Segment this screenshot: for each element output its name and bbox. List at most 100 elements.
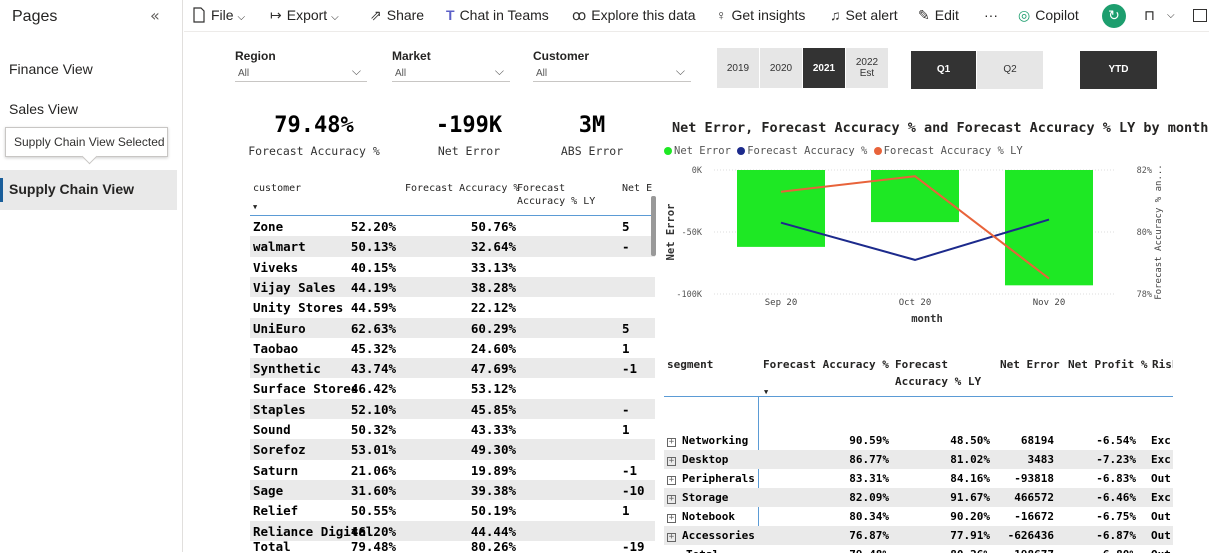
table-row[interactable]: + Storage 82.09% 91.67% 466572 -6.46% Exc [664,488,1173,507]
expand-icon[interactable]: + [667,438,676,447]
bookmark-icon[interactable]: ⊓ [1144,7,1155,24]
table-row[interactable]: Relief 50.55% 50.19% 1 [250,500,655,520]
expand-icon[interactable]: + [667,476,676,485]
view-icon[interactable] [1193,9,1207,22]
table-row[interactable]: + Notebook 80.34% 90.20% -16672 -6.75% Out [664,507,1173,526]
table-scrollbar[interactable] [651,196,656,256]
expand-icon[interactable]: + [667,533,676,542]
table-row[interactable]: Sorefoz 53.01% 49.30% [250,439,655,460]
explore-button[interactable]: ꝏ Explore this data [572,7,696,24]
column-header-forecast-accuracy-ly[interactable]: Forecast Accuracy % LY [517,182,617,208]
export-menu[interactable]: ↦ Export ⌵ [270,7,339,24]
table-cell: 80.34% [849,510,889,523]
quarter-button-q1[interactable]: Q1 [911,51,976,89]
table-cell: -6.46% [1096,491,1136,504]
share-button[interactable]: ⇗ Share [370,7,424,24]
edit-button[interactable]: ✎ Edit [918,7,959,24]
chat-in-teams-button[interactable]: T Chat in Teams [446,7,549,23]
table-cell: Sorefoz [253,442,306,458]
page-item-sales-view[interactable]: Sales View [9,101,78,117]
page-item-supply-chain-view[interactable]: Supply Chain View [0,170,177,210]
report-toolbar: File ⌵ ↦ Export ⌵ ⇗ Share T Chat in Teams ꝏ… [184,0,1209,32]
table-cell: Total [253,539,291,552]
table-row[interactable]: Viveks 40.15% 33.13% [250,257,655,277]
more-options-button[interactable]: ··· [984,7,998,23]
region-dropdown[interactable]: All ⌵ [235,64,367,82]
table-cell: 24.60% [470,340,516,356]
market-slicer[interactable]: Market All ⌵ [392,49,510,82]
market-label: Market [392,49,431,63]
table-row[interactable]: UniEuro 62.63% 60.29% 5 [250,317,655,338]
market-dropdown[interactable]: All ⌵ [392,64,510,82]
table-cell: Exc [1151,434,1171,447]
file-menu[interactable]: File ⌵ [192,7,245,23]
quarter-button-q2[interactable]: Q2 [977,51,1043,89]
region-slicer[interactable]: Region All ⌵ [235,49,367,82]
column-header-segment[interactable]: segment [667,356,713,373]
table-cell: + Accessories [667,529,755,542]
legend-item-forecast-accuracy[interactable]: Forecast Accuracy % [737,145,867,157]
table-cell: 50.55% [350,503,396,519]
table-row[interactable]: Saturn 21.06% 19.89% -1 [250,460,655,480]
copilot-button[interactable]: ◎ Copilot [1018,7,1079,24]
expand-icon[interactable]: + [667,514,676,523]
table-row[interactable]: Synthetic 43.74% 47.69% -1 [250,358,655,379]
table-row[interactable]: Surface Stores 46.42% 53.12% [250,378,655,398]
segment-name: Notebook [682,510,735,523]
year-button-2019[interactable]: 2019 [717,48,759,88]
set-alert-button[interactable]: ♫ Set alert [830,7,898,23]
column-header-net-profit[interactable]: Net Profit % [1068,356,1147,373]
year-button-2022[interactable]: 2022 Est [846,48,888,88]
column-header-net-error[interactable]: Net Error [1000,356,1060,373]
region-label: Region [235,49,276,63]
total-row[interactable]: Total 79.48% 80.26% -19 [250,536,655,552]
table-row[interactable]: + Peripherals 83.31% 84.16% -93818 -6.83% Out [664,469,1173,488]
expand-icon[interactable]: + [667,495,676,504]
combo-chart: 0K -50K -100K 82% 80% 78% Sep 20 Oct 20 Nov 20 mo… [665,164,1164,325]
column-header-forecast-accuracy[interactable]: Forecast Accuracy % [405,182,519,195]
legend-item-net-error[interactable]: Net Error [664,145,731,157]
customer-slicer[interactable]: Customer All ⌵ [533,49,691,82]
column-header-net-error[interactable]: Net E [622,182,652,195]
ytd-button[interactable]: YTD [1080,51,1157,89]
year-button-2021[interactable]: 2021 [803,48,845,88]
table-row[interactable]: Vijay Sales 44.19% 38.28% [250,276,655,298]
table-cell: -7.23% [1096,453,1136,466]
column-header-forecast-accuracy-ly[interactable]: Forecast Accuracy % LY [895,356,990,390]
expand-icon[interactable]: + [667,457,676,466]
sort-desc-icon: ▼ [764,388,769,396]
ytd-label: YTD [1108,64,1129,75]
table-row[interactable]: Sound 50.32% 43.33% 1 [250,419,655,439]
table-row[interactable]: Zone 52.20% 50.76% 5 [250,216,655,236]
table-row[interactable]: Sage 31.60% 39.38% -10 [250,479,655,501]
chevron-down-icon[interactable]: ⌵ [1167,10,1175,21]
table-row[interactable]: Unity Stores 44.59% 22.12% [250,297,655,317]
refresh-icon[interactable]: ↻ [1102,4,1126,28]
table-cell: 79.48% [809,548,889,553]
table-cell: -626436 [1007,529,1054,542]
page-item-finance-view[interactable]: Finance View [9,61,93,77]
table-cell: + Storage [667,491,728,504]
customer-label: Customer [533,49,590,63]
table-cell: + Peripherals [667,472,755,485]
table-row[interactable]: Taobao 45.32% 24.60% 1 [250,338,655,358]
column-header-customer[interactable]: customer [253,182,301,195]
table-cell: 40.15% [350,259,396,275]
table-cell: 31.60% [350,482,396,498]
table-row[interactable]: + Networking 90.59% 48.50% 68194 -6.54% Exc [664,431,1173,450]
column-header-risk[interactable]: Risk [1152,356,1173,373]
collapse-icon[interactable]: « [150,6,160,25]
get-insights-button[interactable]: ♀ Get insights [716,7,805,23]
year-button-2020[interactable]: 2020 [760,48,802,88]
column-header-forecast-accuracy[interactable]: Forecast Accuracy % [763,356,889,373]
table-row[interactable]: + Desktop 86.77% 81.02% 3483 -7.23% Exc [664,450,1173,469]
legend-item-forecast-accuracy-ly[interactable]: Forecast Accuracy % LY [873,145,1023,157]
page-tooltip: Supply Chain View Selected [5,127,168,157]
table-row[interactable]: Staples 52.10% 45.85% - [250,398,655,419]
customer-dropdown[interactable]: All ⌵ [533,64,691,82]
table-cell: 44.19% [350,279,396,295]
table-row[interactable]: + Accessories 76.87% 77.91% -626436 -6.87% Out [664,526,1173,545]
kpi-value: 3M [578,113,606,138]
kpi-abs-error: 3M ABS Error [542,113,642,158]
table-row[interactable]: walmart 50.13% 32.64% - [250,236,655,257]
